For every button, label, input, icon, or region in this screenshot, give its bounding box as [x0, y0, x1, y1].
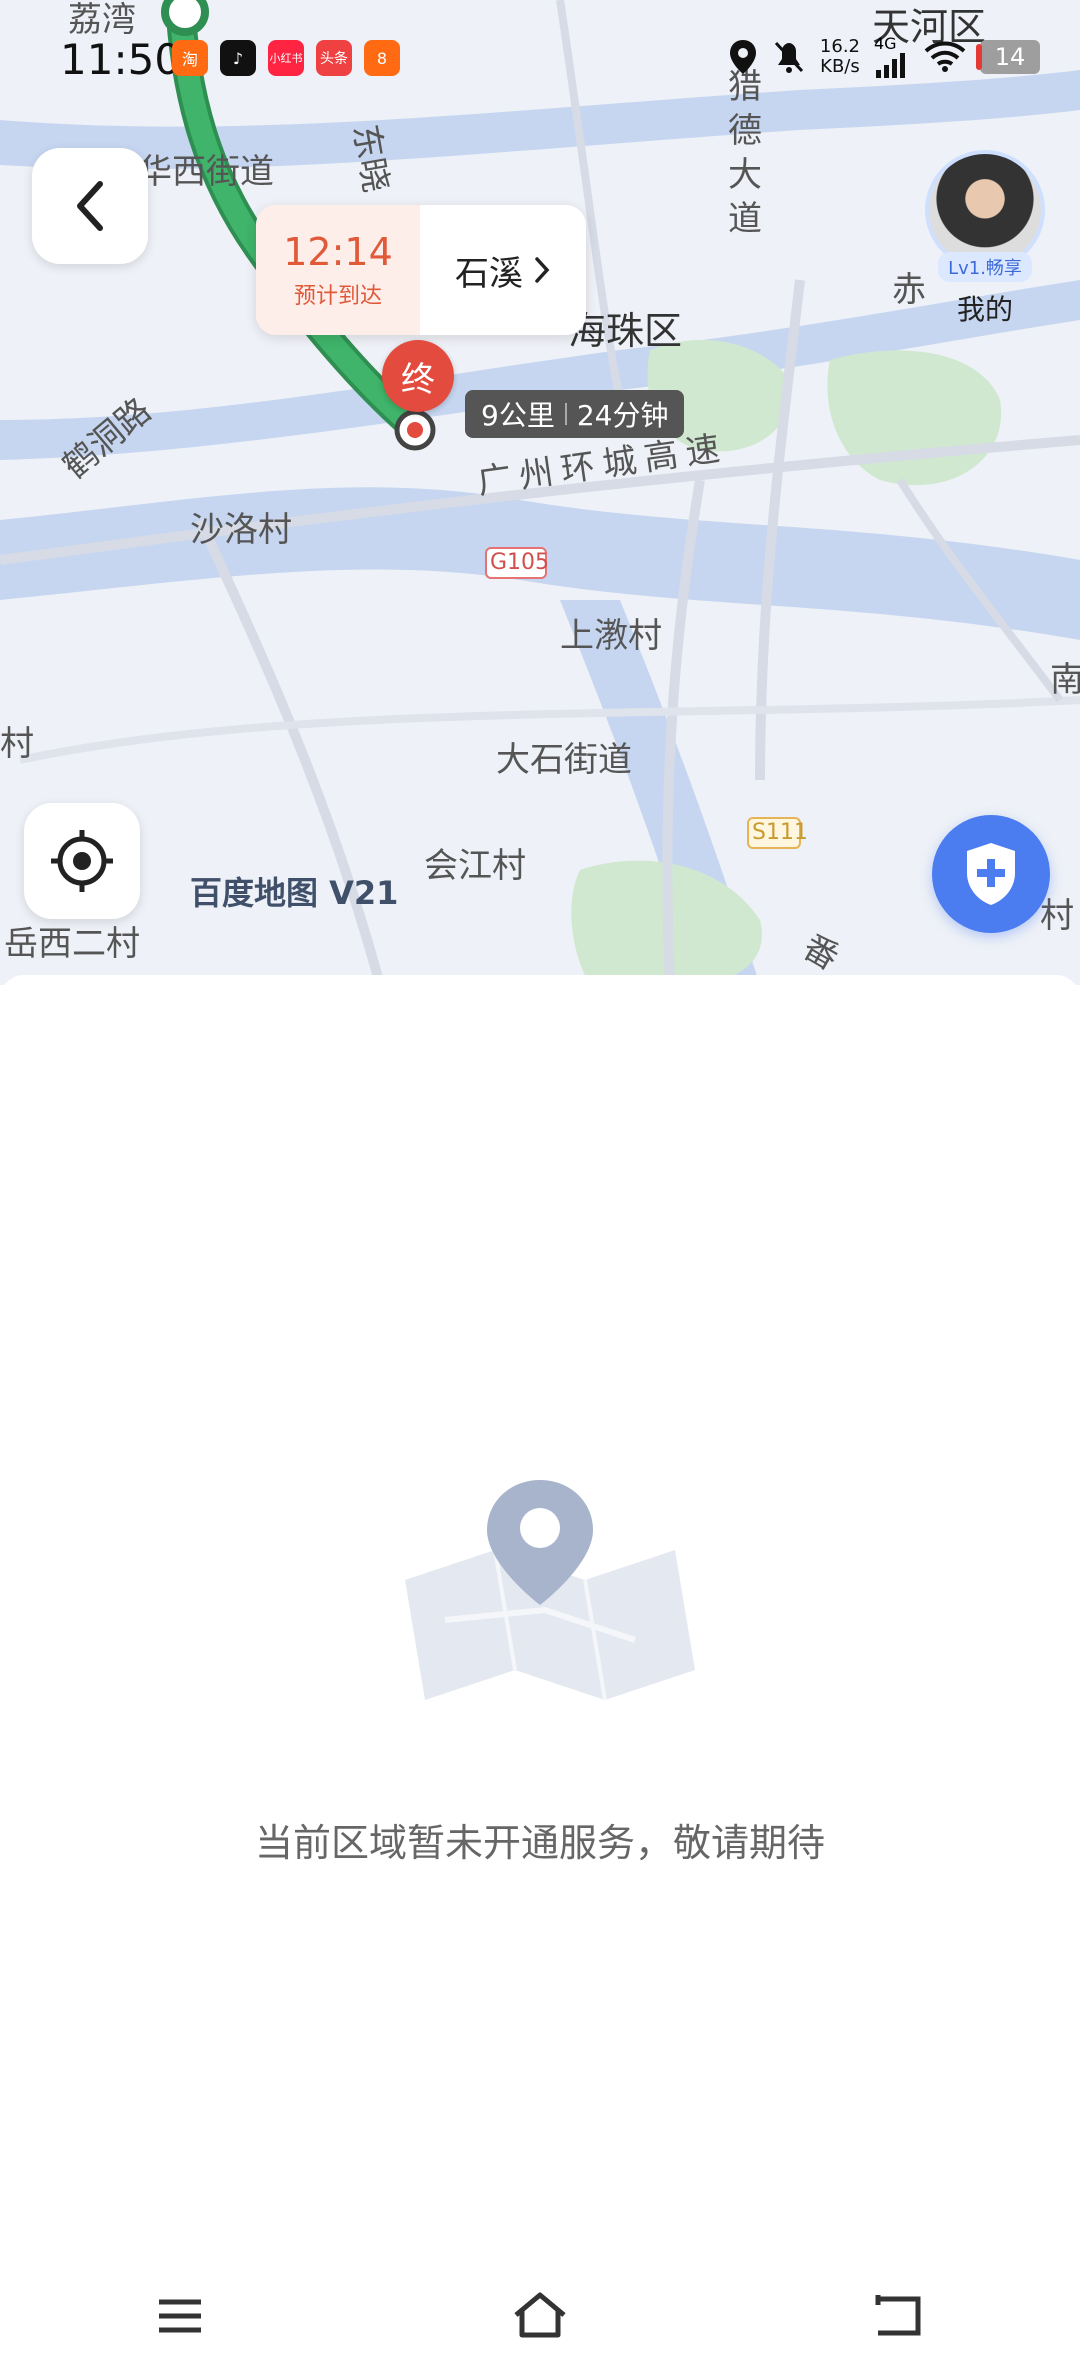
net-speed-value: 16.2 — [819, 36, 860, 57]
map-view[interactable]: 荔湾 天河区 华西街道 东晓 猎德大道 海珠区 鹤洞路 沙洛村 广州环城高速 G… — [0, 0, 1080, 985]
status-indicators: 16.2 KB/s 4G 14 — [728, 36, 1040, 78]
chevron-left-icon — [77, 181, 103, 231]
map-label-chi: 赤 — [892, 270, 926, 310]
location-icon — [729, 40, 756, 74]
map-label-shangjiao: 上漖村 — [560, 616, 662, 656]
toutiao-icon: 头条 — [316, 40, 352, 76]
destination-name: 石溪 — [455, 253, 523, 294]
network-type: 4G — [874, 34, 897, 53]
route-duration: 24分钟 — [576, 399, 669, 432]
home-button[interactable] — [495, 2271, 585, 2361]
eta-card[interactable]: 12:14 预计到达 石溪 — [256, 205, 586, 335]
route-info-chip: 9公里 24分钟 — [465, 390, 685, 438]
chevron-right-icon — [535, 257, 550, 283]
map-label-cun-left: 村 — [0, 724, 34, 764]
level-badge: Lv1.畅享 — [938, 252, 1032, 282]
route-badge-s111: S111 — [752, 820, 808, 845]
eta-section: 12:14 预计到达 — [256, 205, 420, 335]
map-label-huijiang: 会江村 — [424, 846, 526, 886]
back-button[interactable] — [32, 148, 148, 264]
eta-label: 预计到达 — [293, 284, 382, 309]
locate-button[interactable] — [24, 803, 140, 919]
taobao-icon: 淘 — [172, 40, 208, 76]
map-label-yuexi: 岳西二村 — [4, 924, 140, 964]
destination-link[interactable]: 石溪 — [420, 205, 586, 335]
safety-button[interactable] — [932, 815, 1050, 933]
menu-button[interactable] — [135, 2271, 225, 2361]
app-icon: 8 — [364, 40, 400, 76]
map-label-huaxi: 华西街道 — [138, 152, 274, 192]
divider — [564, 403, 567, 425]
map-label-shaluo: 沙洛村 — [190, 510, 292, 550]
home-icon — [514, 2292, 566, 2337]
route-badge-g105: G105 — [490, 550, 550, 575]
baidu-map-logo: 百度地图 V21 — [190, 874, 399, 912]
bell-mute-icon — [774, 41, 804, 73]
map-label-nan: 南 — [1050, 660, 1080, 700]
empty-state-message: 当前区域暂未开通服务，敬请期待 — [254, 1821, 825, 1865]
battery-indicator: 14 — [976, 40, 1040, 74]
net-speed-unit: KB/s — [820, 56, 860, 77]
signal-group: 4G — [874, 36, 910, 78]
wifi-icon — [924, 41, 966, 72]
map-label-dashi: 大石街道 — [496, 740, 632, 780]
profile-label: 我的 — [956, 293, 1013, 326]
status-bar: 11:50 淘 ♪ 小红书 头条 8 16.2 KB/s 4G 14 — [0, 0, 1080, 110]
empty-map-illustration — [405, 1480, 695, 1701]
xiaohongshu-icon: 小红书 — [268, 40, 304, 76]
destination-pin[interactable]: 终 — [382, 340, 454, 412]
crosshair-icon — [51, 830, 113, 892]
back-nav-icon — [875, 2294, 921, 2335]
status-time: 11:50 — [60, 35, 182, 84]
tiktok-icon: ♪ — [220, 40, 256, 76]
signal-icon — [876, 53, 905, 78]
menu-icon — [159, 2299, 201, 2332]
shield-icon — [967, 843, 1015, 905]
back-nav-button[interactable] — [855, 2271, 945, 2361]
net-speed: 16.2 KB/s — [820, 37, 860, 77]
profile-button[interactable]: Lv1.畅享 我的 — [925, 150, 1045, 328]
route-distance: 9公里 — [481, 399, 555, 432]
eta-time: 12:14 — [283, 230, 393, 274]
system-nav-bar — [0, 2255, 1080, 2376]
